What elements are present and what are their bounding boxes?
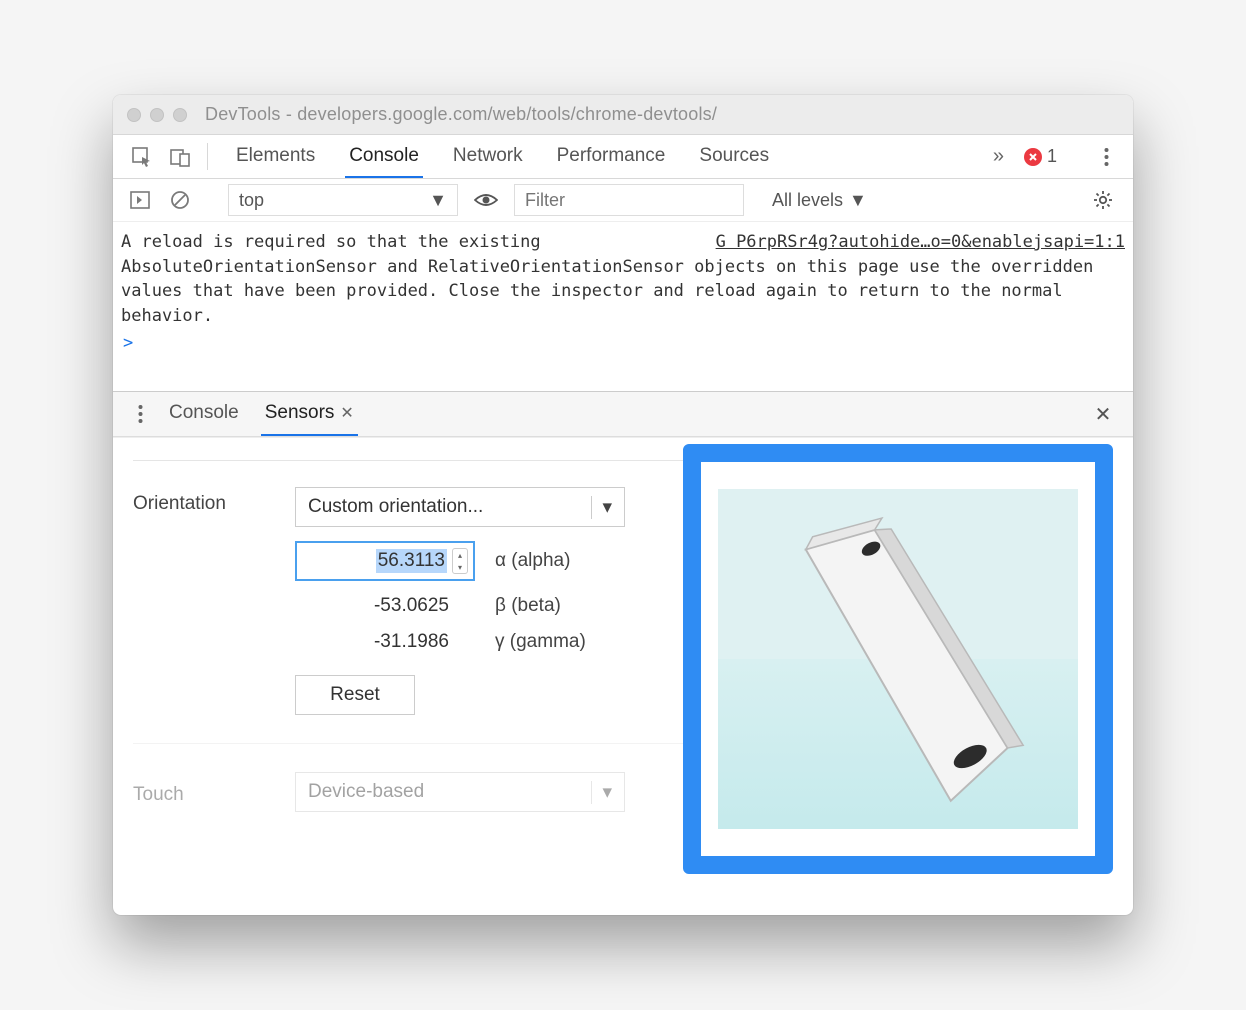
- gamma-value[interactable]: -31.1986: [295, 631, 475, 653]
- minimize-window-button[interactable]: [150, 108, 164, 122]
- beta-value[interactable]: -53.0625: [295, 595, 475, 617]
- error-count-badge[interactable]: 1: [1018, 146, 1063, 167]
- levels-label: All levels: [772, 190, 843, 211]
- device-toolbar-icon[interactable]: [163, 135, 197, 178]
- window-traffic-lights: [127, 108, 187, 122]
- drawer-close-icon[interactable]: ✕: [1085, 392, 1121, 436]
- orientation-label: Orientation: [133, 487, 273, 515]
- beta-row: -53.0625 β (beta): [295, 595, 625, 617]
- beta-label: β (beta): [495, 595, 561, 617]
- alpha-value: 56.3113: [376, 549, 447, 573]
- main-tabs: Elements Console Network Performance Sou…: [218, 135, 985, 178]
- console-message: G P6rpRSr4g?autohide…o=0&enablejsapi=1:1…: [121, 230, 1125, 329]
- tab-sources[interactable]: Sources: [695, 135, 773, 178]
- window-titlebar: DevTools - developers.google.com/web/too…: [113, 95, 1133, 135]
- stepper-icon[interactable]: ▴▾: [452, 548, 468, 574]
- drawer-kebab-icon[interactable]: [125, 392, 155, 436]
- inspect-element-icon[interactable]: [125, 135, 159, 178]
- alpha-row: 56.3113 ▴▾ α (alpha): [295, 541, 625, 581]
- console-toolbar: top ▼ All levels ▼: [113, 179, 1133, 221]
- console-prompt[interactable]: >: [121, 329, 1125, 353]
- orientation-preview[interactable]: [718, 489, 1078, 829]
- chevron-down-icon: ▾: [591, 781, 612, 804]
- touch-preset-select[interactable]: Device-based ▾: [295, 772, 625, 812]
- tab-performance[interactable]: Performance: [553, 135, 670, 178]
- window-title: DevTools - developers.google.com/web/too…: [205, 104, 717, 125]
- tabs-overflow-button[interactable]: »: [989, 145, 1008, 168]
- kebab-menu-icon[interactable]: [1096, 147, 1117, 167]
- filter-input[interactable]: [514, 184, 744, 216]
- alpha-label: α (alpha): [495, 550, 570, 572]
- select-value: Device-based: [308, 781, 424, 803]
- execution-context-select[interactable]: top ▼: [228, 184, 458, 216]
- phone-model-icon[interactable]: [768, 499, 1028, 819]
- clear-console-icon[interactable]: [165, 185, 195, 215]
- live-expression-icon[interactable]: [468, 192, 504, 208]
- drawer-tab-console[interactable]: Console: [165, 392, 243, 436]
- orientation-preview-highlight: [683, 444, 1113, 874]
- message-source-link[interactable]: G P6rpRSr4g?autohide…o=0&enablejsapi=1:1: [716, 230, 1125, 255]
- tab-label: Console: [169, 402, 239, 424]
- tab-network[interactable]: Network: [449, 135, 527, 178]
- zoom-window-button[interactable]: [173, 108, 187, 122]
- tab-label: Elements: [236, 145, 315, 167]
- gamma-row: -31.1986 γ (gamma): [295, 631, 625, 653]
- orientation-preset-select[interactable]: Custom orientation... ▾: [295, 487, 625, 527]
- tab-console[interactable]: Console: [345, 135, 423, 178]
- divider: [207, 143, 208, 170]
- main-toolbar-right: » 1: [989, 135, 1121, 178]
- console-body: G P6rpRSr4g?autohide…o=0&enablejsapi=1:1…: [113, 221, 1133, 391]
- main-toolbar: Elements Console Network Performance Sou…: [113, 135, 1133, 179]
- select-value: Custom orientation...: [308, 496, 483, 518]
- alpha-input[interactable]: 56.3113 ▴▾: [295, 541, 475, 581]
- tab-label: Console: [349, 145, 419, 167]
- console-settings-icon[interactable]: [1085, 190, 1121, 210]
- tab-elements[interactable]: Elements: [232, 135, 319, 178]
- chevron-down-icon: ▾: [591, 496, 612, 519]
- devtools-window: DevTools - developers.google.com/web/too…: [113, 95, 1133, 915]
- log-levels-select[interactable]: All levels ▼: [772, 190, 867, 211]
- reset-button[interactable]: Reset: [295, 675, 415, 715]
- console-sidebar-toggle-icon[interactable]: [125, 185, 155, 215]
- context-value: top: [239, 190, 264, 211]
- gamma-label: γ (gamma): [495, 631, 586, 653]
- chevron-down-icon: ▼: [849, 190, 867, 211]
- tab-label: Performance: [557, 145, 666, 167]
- chevron-down-icon: ▼: [429, 190, 447, 211]
- drawer-header: Console Sensors ✕ ✕: [113, 391, 1133, 437]
- close-window-button[interactable]: [127, 108, 141, 122]
- tab-label: Network: [453, 145, 523, 167]
- touch-label: Touch: [133, 778, 273, 806]
- tab-label: Sensors: [265, 402, 335, 424]
- error-icon: [1024, 148, 1042, 166]
- drawer-tab-sensors[interactable]: Sensors ✕: [261, 392, 358, 436]
- close-tab-icon[interactable]: ✕: [340, 403, 353, 423]
- drawer-tabs: Console Sensors ✕: [155, 392, 1085, 436]
- error-count: 1: [1047, 146, 1057, 167]
- tab-label: Sources: [699, 145, 769, 167]
- sensors-panel: Orientation Custom orientation... ▾ 56.3…: [113, 437, 1133, 915]
